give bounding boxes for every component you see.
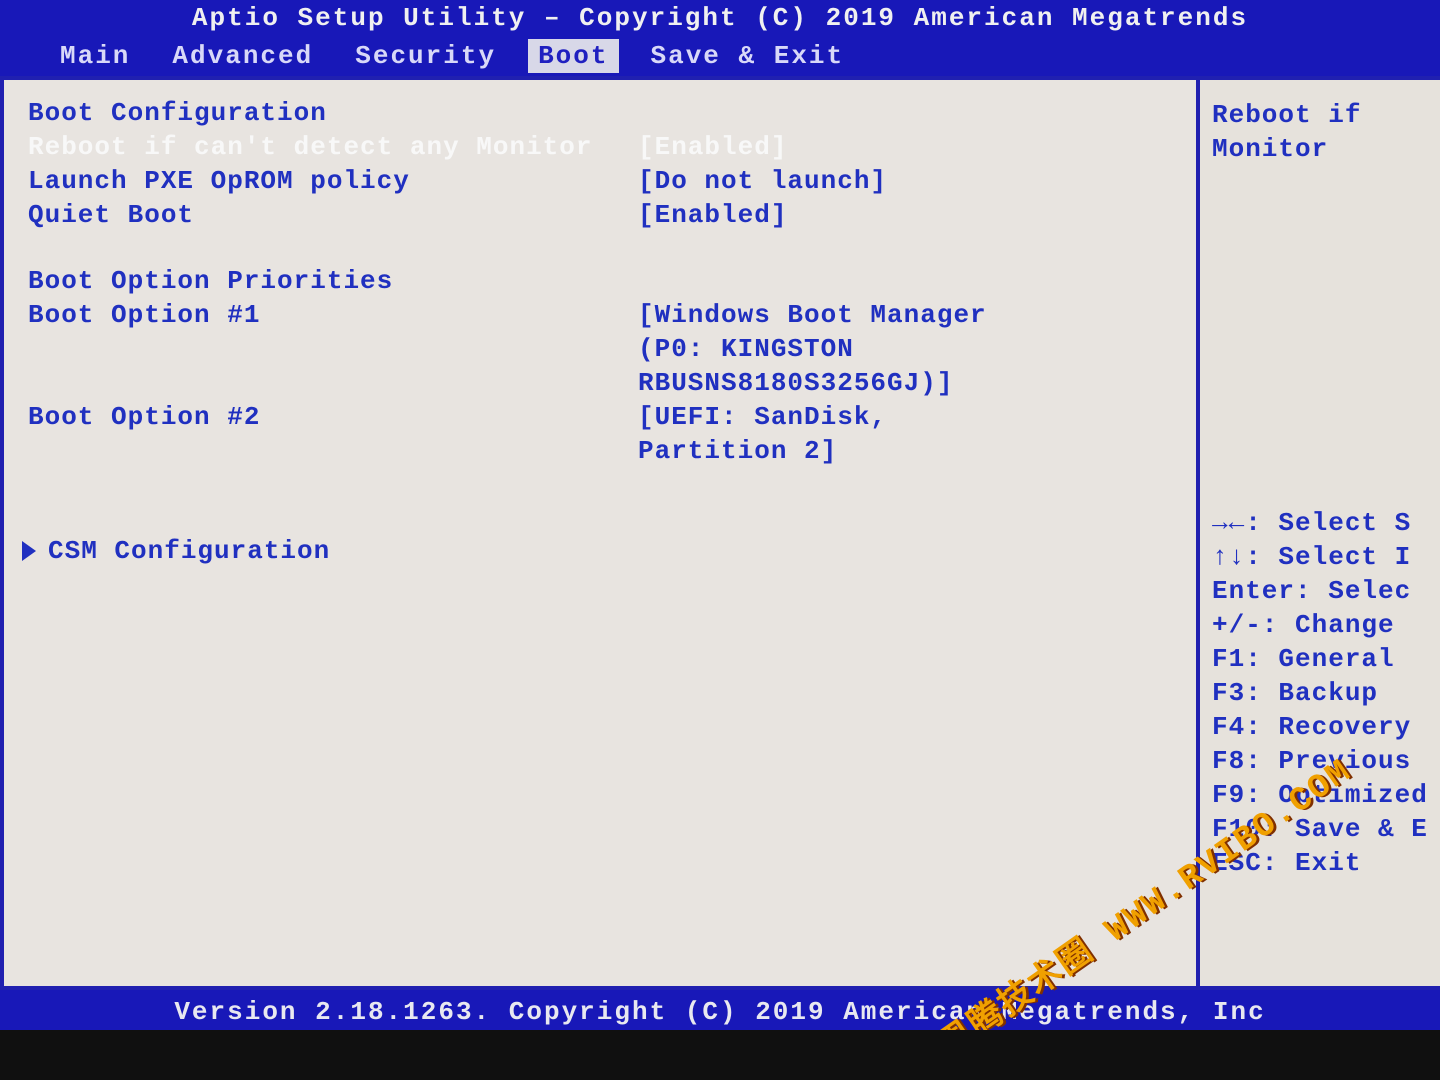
- row-boot-option-2[interactable]: Boot Option #2 [UEFI: SanDisk, Partition…: [28, 400, 1172, 468]
- help-enter: Enter: Selec: [1212, 574, 1428, 608]
- label-pxe-policy: Launch PXE OpROM policy: [28, 164, 638, 198]
- help-f1: F1: General: [1212, 642, 1428, 676]
- menu-main[interactable]: Main: [50, 39, 140, 73]
- arrow-right-icon: [22, 541, 36, 561]
- help-panel: Reboot if Monitor →←: Select S ↑↓: Selec…: [1200, 80, 1440, 986]
- help-nav-ud: ↑↓: Select I: [1212, 540, 1428, 574]
- row-reboot-monitor[interactable]: Reboot if can't detect any Monitor [Enab…: [28, 130, 1172, 164]
- help-f10: F10: Save & E: [1212, 812, 1428, 846]
- menu-advanced[interactable]: Advanced: [162, 39, 323, 73]
- content-area: Boot Configuration Reboot if can't detec…: [0, 76, 1440, 986]
- section-boot-configuration: Boot Configuration: [28, 98, 1172, 128]
- value-boot-option-2: [UEFI: SanDisk, Partition 2]: [638, 400, 887, 468]
- row-quiet-boot[interactable]: Quiet Boot [Enabled]: [28, 198, 1172, 232]
- monitor-bezel: [0, 1030, 1440, 1080]
- help-nav-lr: →←: Select S: [1212, 506, 1428, 540]
- footer-version: Version 2.18.1263. Copyright (C) 2019 Am…: [174, 997, 1265, 1027]
- help-f3: F3: Backup: [1212, 676, 1428, 710]
- label-boot-option-1: Boot Option #1: [28, 298, 638, 400]
- label-quiet-boot: Quiet Boot: [28, 198, 638, 232]
- row-pxe-policy[interactable]: Launch PXE OpROM policy [Do not launch]: [28, 164, 1172, 198]
- submenu-csm-configuration[interactable]: CSM Configuration: [28, 536, 1172, 566]
- main-panel: Boot Configuration Reboot if can't detec…: [0, 80, 1200, 986]
- footer-bar: Version 2.18.1263. Copyright (C) 2019 Am…: [0, 986, 1440, 1030]
- help-item-description: Reboot if Monitor: [1212, 98, 1428, 166]
- label-csm-configuration: CSM Configuration: [48, 536, 330, 566]
- help-esc: ESC: Exit: [1212, 846, 1428, 880]
- menu-security[interactable]: Security: [345, 39, 506, 73]
- help-plus-minus: +/-: Change: [1212, 608, 1428, 642]
- row-boot-option-1[interactable]: Boot Option #1 [Windows Boot Manager (P0…: [28, 298, 1172, 400]
- title-text: Aptio Setup Utility – Copyright (C) 2019…: [192, 3, 1248, 33]
- label-boot-option-2: Boot Option #2: [28, 400, 638, 468]
- label-reboot-monitor: Reboot if can't detect any Monitor: [28, 130, 638, 164]
- help-f9: F9: Optimized: [1212, 778, 1428, 812]
- value-reboot-monitor: [Enabled]: [638, 130, 787, 164]
- value-quiet-boot: [Enabled]: [638, 198, 787, 232]
- value-boot-option-1: [Windows Boot Manager (P0: KINGSTON RBUS…: [638, 298, 987, 400]
- menu-bar: Main Advanced Security Boot Save & Exit: [0, 36, 1440, 76]
- title-bar: Aptio Setup Utility – Copyright (C) 2019…: [0, 0, 1440, 36]
- menu-save-exit[interactable]: Save & Exit: [641, 39, 855, 73]
- value-pxe-policy: [Do not launch]: [638, 164, 887, 198]
- menu-boot[interactable]: Boot: [528, 39, 618, 73]
- section-boot-priorities: Boot Option Priorities: [28, 266, 1172, 296]
- bios-screen: Aptio Setup Utility – Copyright (C) 2019…: [0, 0, 1440, 1030]
- help-f8: F8: Previous: [1212, 744, 1428, 778]
- help-f4: F4: Recovery: [1212, 710, 1428, 744]
